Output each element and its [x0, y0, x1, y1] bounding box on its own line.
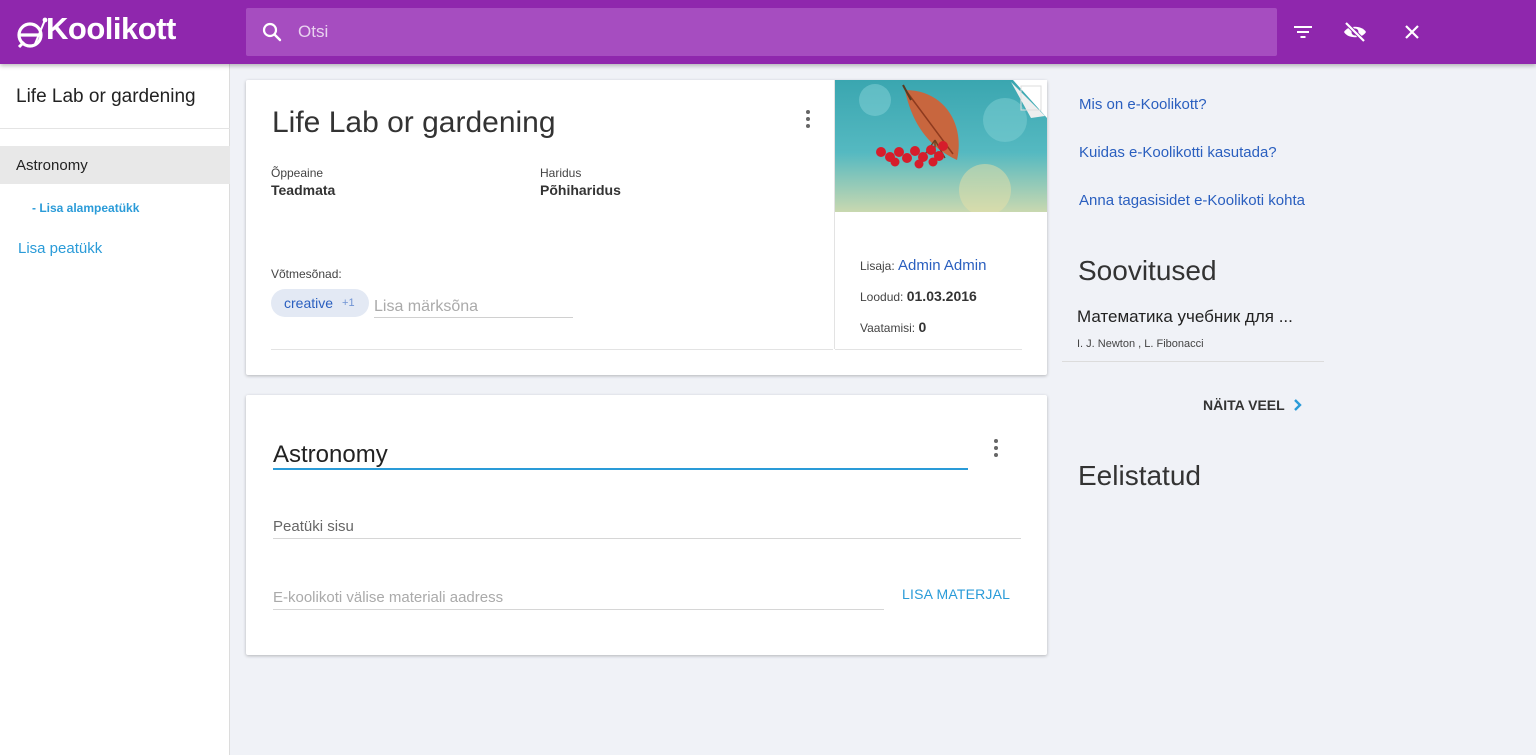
recommendations-heading: Soovitused [1078, 255, 1217, 286]
keyword-more-count[interactable]: +1 [342, 297, 355, 309]
sidebar-item-astronomy[interactable]: Astronomy [0, 146, 230, 184]
created-meta: Loodud: 01.03.2016 [860, 288, 977, 304]
chapter-content-input[interactable] [273, 515, 1021, 539]
search-icon [262, 22, 282, 42]
sidebar-title[interactable]: Life Lab or gardening [16, 86, 196, 108]
recommendation-authors: I. J. Newton , L. Fibonacci [1077, 338, 1204, 350]
views-meta: Vaatamisi: 0 [860, 319, 926, 335]
search-bar[interactable] [246, 8, 1277, 56]
education-value: Põhiharidus [540, 182, 621, 198]
views-value: 0 [918, 319, 927, 335]
created-value: 01.03.2016 [906, 288, 977, 304]
more-dot [806, 124, 810, 128]
divider [835, 349, 1022, 350]
add-subchapter-link[interactable]: - Lisa alampeatükk [32, 201, 139, 215]
material-thumbnail[interactable] [835, 80, 1047, 212]
education-label: Haridus [540, 166, 582, 180]
created-label: Loodud: [860, 290, 904, 304]
close-icon [1405, 25, 1419, 39]
sidebar: Life Lab or gardening Astronomy - Lisa a… [0, 64, 230, 755]
close-button[interactable] [1398, 18, 1426, 46]
views-label: Vaatamisi: [860, 321, 916, 335]
eye-off-icon [1344, 21, 1366, 43]
chapter-more-menu[interactable] [986, 436, 1006, 460]
sidebar-divider [0, 128, 230, 129]
favorites-heading: Eelistatud [1078, 460, 1201, 491]
divider [271, 349, 833, 350]
show-more-label: NÄITA VEEL [1203, 397, 1285, 413]
keyword-input[interactable] [374, 296, 573, 318]
filter-button[interactable] [1289, 18, 1317, 46]
keyword-chip[interactable]: creative +1 [271, 289, 369, 317]
about-link[interactable]: Mis on e-Koolikott? [1079, 96, 1207, 113]
add-material-button[interactable]: LISA MATERJAL [902, 586, 1010, 602]
more-dot [994, 446, 998, 450]
logo-text: Koolikott [46, 11, 176, 46]
keywords-label: Võtmesõnad: [271, 267, 342, 281]
logo-e-icon [17, 17, 48, 49]
material-more-menu[interactable] [798, 107, 818, 131]
more-dot [994, 453, 998, 457]
author-meta: Lisaja: Admin Admin [860, 257, 986, 274]
more-dot [806, 117, 810, 121]
feedback-link[interactable]: Anna tagasisidet e-Koolikoti kohta [1079, 192, 1305, 209]
divider [1062, 361, 1324, 362]
search-input[interactable] [298, 22, 1198, 42]
subject-value: Teadmata [271, 182, 336, 198]
author-link[interactable]: Admin Admin [898, 257, 986, 274]
recommendation-title[interactable]: Математика учебник для ... [1077, 307, 1293, 327]
more-dot [806, 110, 810, 114]
berries-image [835, 80, 1047, 212]
how-to-use-link[interactable]: Kuidas e-Koolikotti kasutada? [1079, 144, 1277, 161]
chevron-right-icon [1293, 399, 1302, 411]
chapter-title-input[interactable] [273, 441, 968, 470]
chapter-card: LISA MATERJAL [246, 395, 1047, 655]
keyword-chip-label: creative [284, 295, 334, 311]
sidebar-item-label: Astronomy [16, 157, 88, 174]
logo[interactable]: Koolikott [14, 11, 176, 52]
subject-label: Õppeaine [271, 166, 324, 180]
filter-icon [1294, 26, 1312, 38]
add-chapter-link[interactable]: Lisa peatükk [18, 240, 102, 257]
show-more-button[interactable]: NÄITA VEEL [1203, 397, 1303, 413]
material-url-input[interactable] [273, 586, 884, 610]
top-app-bar: Koolikott [0, 0, 1536, 64]
material-card: Life Lab or gardening Õppeaine Teadmata … [246, 80, 1047, 375]
material-title: Life Lab or gardening [272, 106, 556, 139]
author-label: Lisaja: [860, 259, 895, 273]
hide-button[interactable] [1341, 18, 1369, 46]
more-dot [994, 439, 998, 443]
